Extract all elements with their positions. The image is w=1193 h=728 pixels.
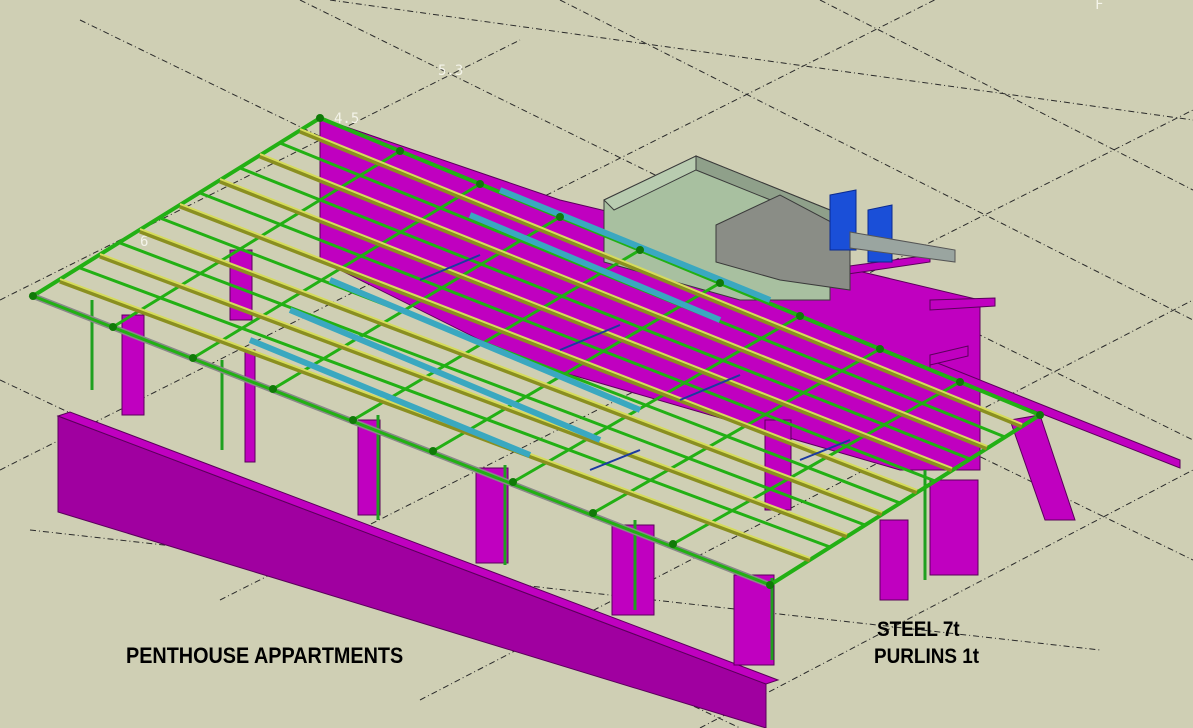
grid-marker-5-3: 5.3 [438, 63, 463, 79]
model-viewport[interactable]: 5.3 4.5 6 F PENTHOUSE APPARTMENTS STEEL … [0, 0, 1193, 728]
steel-weight-label: STEEL 7t [877, 618, 960, 641]
grid-marker-f: F [1095, 0, 1103, 13]
purlins-weight-label: PURLINS 1t [874, 645, 980, 668]
project-title-label: PENTHOUSE APPARTMENTS [126, 643, 404, 668]
structural-3d-model: 5.3 4.5 6 F [0, 0, 1193, 728]
